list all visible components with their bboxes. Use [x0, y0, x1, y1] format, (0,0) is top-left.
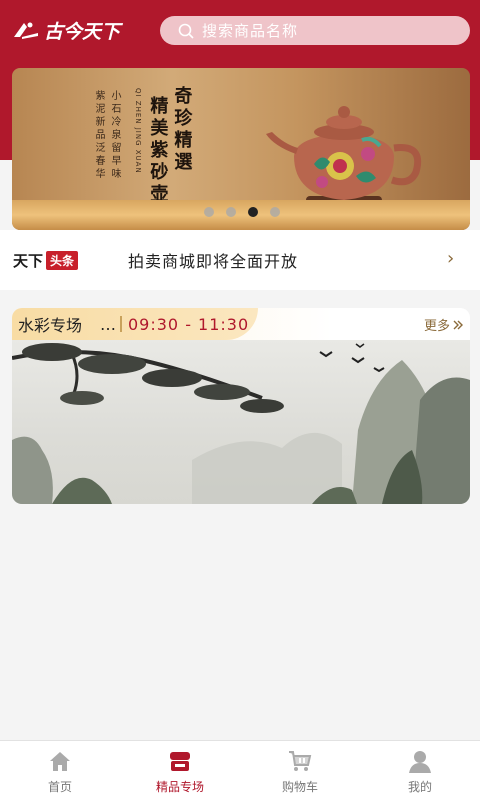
promo-banner[interactable]: 小石冷泉留早味 紫泥新品泛春华 QI ZHEN JING XUAN 奇珍精選 精…	[12, 68, 470, 230]
double-chevron-right-icon	[453, 320, 463, 329]
headline-brand-main: 天下	[13, 252, 44, 270]
session-tag: 水彩专场 … 09:30 - 11:30	[12, 308, 258, 340]
landscape-painting-image[interactable]	[12, 340, 470, 504]
logo-mark-icon	[14, 22, 38, 39]
more-link[interactable]: 更多	[424, 315, 464, 334]
tab-profile[interactable]: 我的	[360, 741, 480, 800]
title-ellipsis: …	[100, 314, 116, 334]
session-time: 09:30 - 11:30	[128, 314, 250, 334]
carousel-dots[interactable]	[204, 207, 280, 217]
more-label: 更多	[423, 319, 450, 334]
tab-label: 购物车	[281, 780, 318, 794]
headline-bar[interactable]: 天下 头条 拍卖商城即将全面开放 ›	[0, 230, 480, 290]
session-title: 水彩专场	[18, 316, 83, 335]
banner-title-1: 奇珍精選	[171, 86, 193, 174]
search-input[interactable]: 搜索商品名称	[160, 16, 470, 45]
logo-text: 古今天下	[44, 20, 121, 43]
banner-verse-1: 小石冷泉留早味	[109, 90, 120, 181]
app-logo[interactable]: 古今天下	[12, 16, 120, 44]
carousel-dot[interactable]	[204, 207, 214, 217]
headline-brand: 天下 头条	[13, 250, 79, 271]
bottom-tab-bar: 首页 精品专场 购物车 我的	[0, 740, 480, 800]
auction-session-card[interactable]: 水彩专场 … 09:30 - 11:30 更多	[12, 308, 470, 504]
home-icon	[50, 752, 70, 771]
profile-icon	[409, 751, 431, 773]
tab-label: 我的	[407, 780, 432, 794]
chevron-right-icon[interactable]: ›	[447, 248, 454, 269]
carousel-dot-active[interactable]	[248, 207, 258, 217]
search-icon	[178, 23, 194, 39]
ink-landscape-art	[12, 343, 470, 504]
tab-boutique[interactable]: 精品专场	[120, 741, 240, 800]
search-placeholder: 搜索商品名称	[202, 22, 299, 40]
tag-divider	[120, 316, 122, 332]
headline-brand-badge: 头条	[46, 251, 79, 270]
banner-english-caption: QI ZHEN JING XUAN	[134, 88, 142, 174]
carousel-dot[interactable]	[270, 207, 280, 217]
tab-cart[interactable]: 购物车	[240, 741, 360, 800]
cart-icon	[289, 751, 312, 771]
banner-title-2: 精美紫砂壶	[147, 96, 169, 206]
tab-label: 首页	[47, 780, 72, 794]
boutique-icon	[170, 752, 190, 771]
tab-home[interactable]: 首页	[0, 741, 120, 800]
tab-label: 精品专场	[155, 780, 204, 794]
banner-verse-2: 紫泥新品泛春华	[93, 90, 104, 181]
carousel-dot[interactable]	[226, 207, 236, 217]
headline-text[interactable]: 拍卖商城即将全面开放	[128, 248, 298, 272]
